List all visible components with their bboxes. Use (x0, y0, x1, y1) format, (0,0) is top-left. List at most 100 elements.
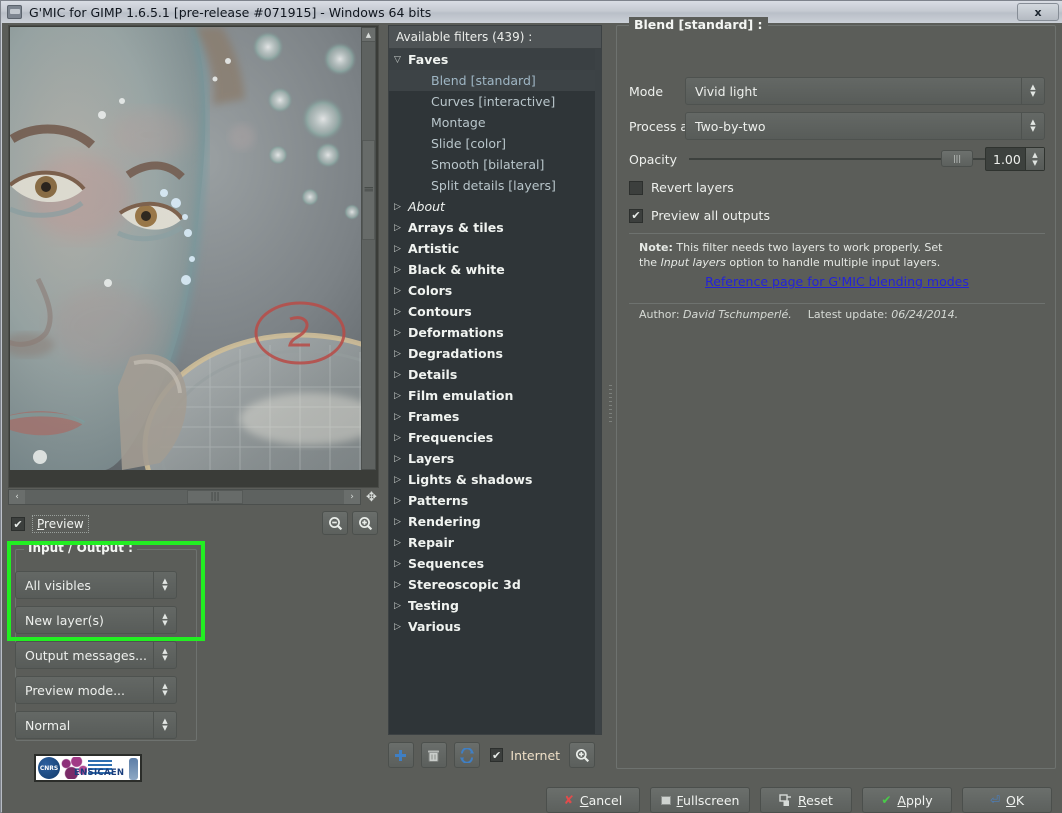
filter-item-montage[interactable]: Montage (389, 112, 601, 133)
chevron-right-icon[interactable]: ▷ (394, 622, 408, 632)
output-mode-combo[interactable]: New layer(s) ▲ ▼ (15, 606, 177, 634)
revert-layers-row[interactable]: ✔ Revert layers (629, 180, 734, 195)
chevron-updown-icon[interactable]: ▲ ▼ (1022, 78, 1044, 104)
hscroll-track[interactable]: ||| (25, 490, 344, 504)
chevron-right-icon[interactable]: ▷ (394, 349, 408, 359)
reset-button[interactable]: Reset (760, 787, 852, 813)
chevron-right-icon[interactable]: ▷ (394, 328, 408, 338)
filter-category-sequences[interactable]: ▷ Sequences (389, 553, 601, 574)
filters-tree-scrollbar[interactable] (595, 49, 601, 734)
filter-category-rendering[interactable]: ▷ Rendering (389, 511, 601, 532)
internet-checkbox[interactable]: ✔ (489, 748, 504, 762)
opacity-slider[interactable]: ||| (689, 150, 989, 167)
filter-category-deformations[interactable]: ▷ Deformations (389, 322, 601, 343)
filter-item-blend-standard[interactable]: Blend [standard] (389, 70, 601, 91)
preview-label[interactable]: Preview (32, 515, 89, 533)
output-messages-combo[interactable]: Output messages... ▲ ▼ (15, 641, 177, 669)
filter-category-various[interactable]: ▷ Various (389, 616, 601, 637)
input-layers-combo[interactable]: All visibles ▲ ▼ (15, 571, 177, 599)
filter-category-artistic[interactable]: ▷ Artistic (389, 238, 601, 259)
chevron-right-icon[interactable]: ▷ (394, 601, 408, 611)
scroll-up-icon[interactable]: ▲ (362, 28, 375, 42)
filter-item-smooth-bilateral[interactable]: Smooth [bilateral] (389, 154, 601, 175)
chevron-right-icon[interactable]: ▷ (394, 580, 408, 590)
chevron-right-icon[interactable]: ▷ (394, 517, 408, 527)
chevron-right-icon[interactable]: ▷ (394, 370, 408, 380)
filter-item-slide-color[interactable]: Slide [color] (389, 133, 601, 154)
preview-vertical-scrollbar[interactable]: ▲ ≡ (361, 27, 376, 470)
filter-category-details[interactable]: ▷ Details (389, 364, 601, 385)
add-filter-icon[interactable] (388, 742, 414, 768)
zoom-in-icon[interactable] (352, 511, 378, 535)
scroll-right-icon[interactable]: › (344, 490, 360, 504)
fullscreen-button[interactable]: Fullscreen (650, 787, 750, 813)
opacity-spinbox[interactable]: 1.00 ▲ ▼ (985, 147, 1045, 171)
chevron-right-icon[interactable]: ▷ (394, 202, 408, 212)
filter-category-frames[interactable]: ▷ Frames (389, 406, 601, 427)
filter-category-patterns[interactable]: ▷ Patterns (389, 490, 601, 511)
chevron-right-icon[interactable]: ▷ (394, 538, 408, 548)
filter-category-lights-shadows[interactable]: ▷ Lights & shadows (389, 469, 601, 490)
chevron-right-icon[interactable]: ▷ (394, 391, 408, 401)
filter-category-about[interactable]: ▷ About (389, 196, 601, 217)
chevron-updown-icon[interactable]: ▲ ▼ (154, 712, 176, 738)
filter-category-black-white[interactable]: ▷ Black & white (389, 259, 601, 280)
trash-icon[interactable] (420, 742, 447, 768)
filter-category-testing[interactable]: ▷ Testing (389, 595, 601, 616)
cancel-button[interactable]: ✘ Cancel (546, 787, 640, 813)
filter-category-film-emulation[interactable]: ▷ Film emulation (389, 385, 601, 406)
chevron-updown-icon[interactable]: ▲ ▼ (1022, 113, 1044, 139)
preview-size-combo[interactable]: Normal ▲ ▼ (15, 711, 177, 739)
hscroll-thumb[interactable]: ||| (187, 490, 243, 504)
preview-horizontal-scrollbar[interactable]: ‹ ||| › (8, 489, 361, 505)
mode-combo[interactable]: Vivid light ▲ ▼ (685, 77, 1045, 105)
chevron-right-icon[interactable]: ▷ (394, 559, 408, 569)
chevron-right-icon[interactable]: ▷ (394, 265, 408, 275)
scroll-left-icon[interactable]: ‹ (9, 490, 25, 504)
ok-button[interactable]: ⏎ OK (962, 787, 1052, 813)
filters-tree[interactable]: ▽ Faves Blend [standard] Curves [interactiv… (388, 49, 602, 735)
filter-category-arrays-tiles[interactable]: ▷ Arrays & tiles (389, 217, 601, 238)
filter-category-layers[interactable]: ▷ Layers (389, 448, 601, 469)
filter-preview-image[interactable] (10, 27, 363, 470)
chevron-updown-icon[interactable]: ▲ ▼ (154, 677, 176, 703)
chevron-right-icon[interactable]: ▷ (394, 454, 408, 464)
preview-all-outputs-checkbox[interactable]: ✔ (629, 208, 643, 223)
filter-category-stereoscopic-3d[interactable]: ▷ Stereoscopic 3d (389, 574, 601, 595)
preview-mode-combo[interactable]: Preview mode... ▲ ▼ (15, 676, 177, 704)
chevron-right-icon[interactable]: ▷ (394, 223, 408, 233)
panel-splitter[interactable] (606, 25, 614, 785)
apply-button[interactable]: ✔ Apply (862, 787, 952, 813)
preview-checkbox[interactable]: ✔ (11, 517, 25, 531)
preview-all-outputs-row[interactable]: ✔ Preview all outputs (629, 208, 770, 223)
reference-page-link[interactable]: Reference page for G'MIC blending modes (617, 274, 1057, 289)
filter-category-frequencies[interactable]: ▷ Frequencies (389, 427, 601, 448)
chevron-updown-icon[interactable]: ▲ ▼ (154, 607, 176, 633)
opacity-slider-handle[interactable]: ||| (941, 150, 973, 167)
spinner-arrows-icon[interactable]: ▲ ▼ (1025, 148, 1044, 170)
chevron-right-icon[interactable]: ▷ (394, 412, 408, 422)
zoom-search-icon[interactable] (569, 742, 596, 768)
title-bar[interactable]: G'MIC for GIMP 1.6.5.1 [pre-release #071… (1, 1, 1062, 23)
chevron-right-icon[interactable]: ▷ (394, 286, 408, 296)
filter-category-degradations[interactable]: ▷ Degradations (389, 343, 601, 364)
chevron-right-icon[interactable]: ▷ (394, 475, 408, 485)
filter-category-faves[interactable]: ▽ Faves (389, 49, 601, 70)
chevron-right-icon[interactable]: ▷ (394, 307, 408, 317)
chevron-updown-icon[interactable]: ▲ ▼ (154, 642, 176, 668)
revert-layers-checkbox[interactable]: ✔ (629, 180, 643, 195)
chevron-right-icon[interactable]: ▷ (394, 244, 408, 254)
filter-category-colors[interactable]: ▷ Colors (389, 280, 601, 301)
close-icon[interactable]: x (1017, 3, 1059, 21)
chevron-right-icon[interactable]: ▷ (394, 496, 408, 506)
filter-item-curves-interactive[interactable]: Curves [interactive] (389, 91, 601, 112)
zoom-out-icon[interactable] (322, 511, 348, 535)
chevron-right-icon[interactable]: ▷ (394, 433, 408, 443)
refresh-icon[interactable] (453, 742, 480, 768)
filter-category-contours[interactable]: ▷ Contours (389, 301, 601, 322)
chevron-down-icon[interactable]: ▽ (394, 55, 408, 65)
filter-category-repair[interactable]: ▷ Repair (389, 532, 601, 553)
filter-item-split-details-layers[interactable]: Split details [layers] (389, 175, 601, 196)
process-as-combo[interactable]: Two-by-two ▲ ▼ (685, 112, 1045, 140)
move-icon[interactable]: ✥ (363, 489, 380, 505)
